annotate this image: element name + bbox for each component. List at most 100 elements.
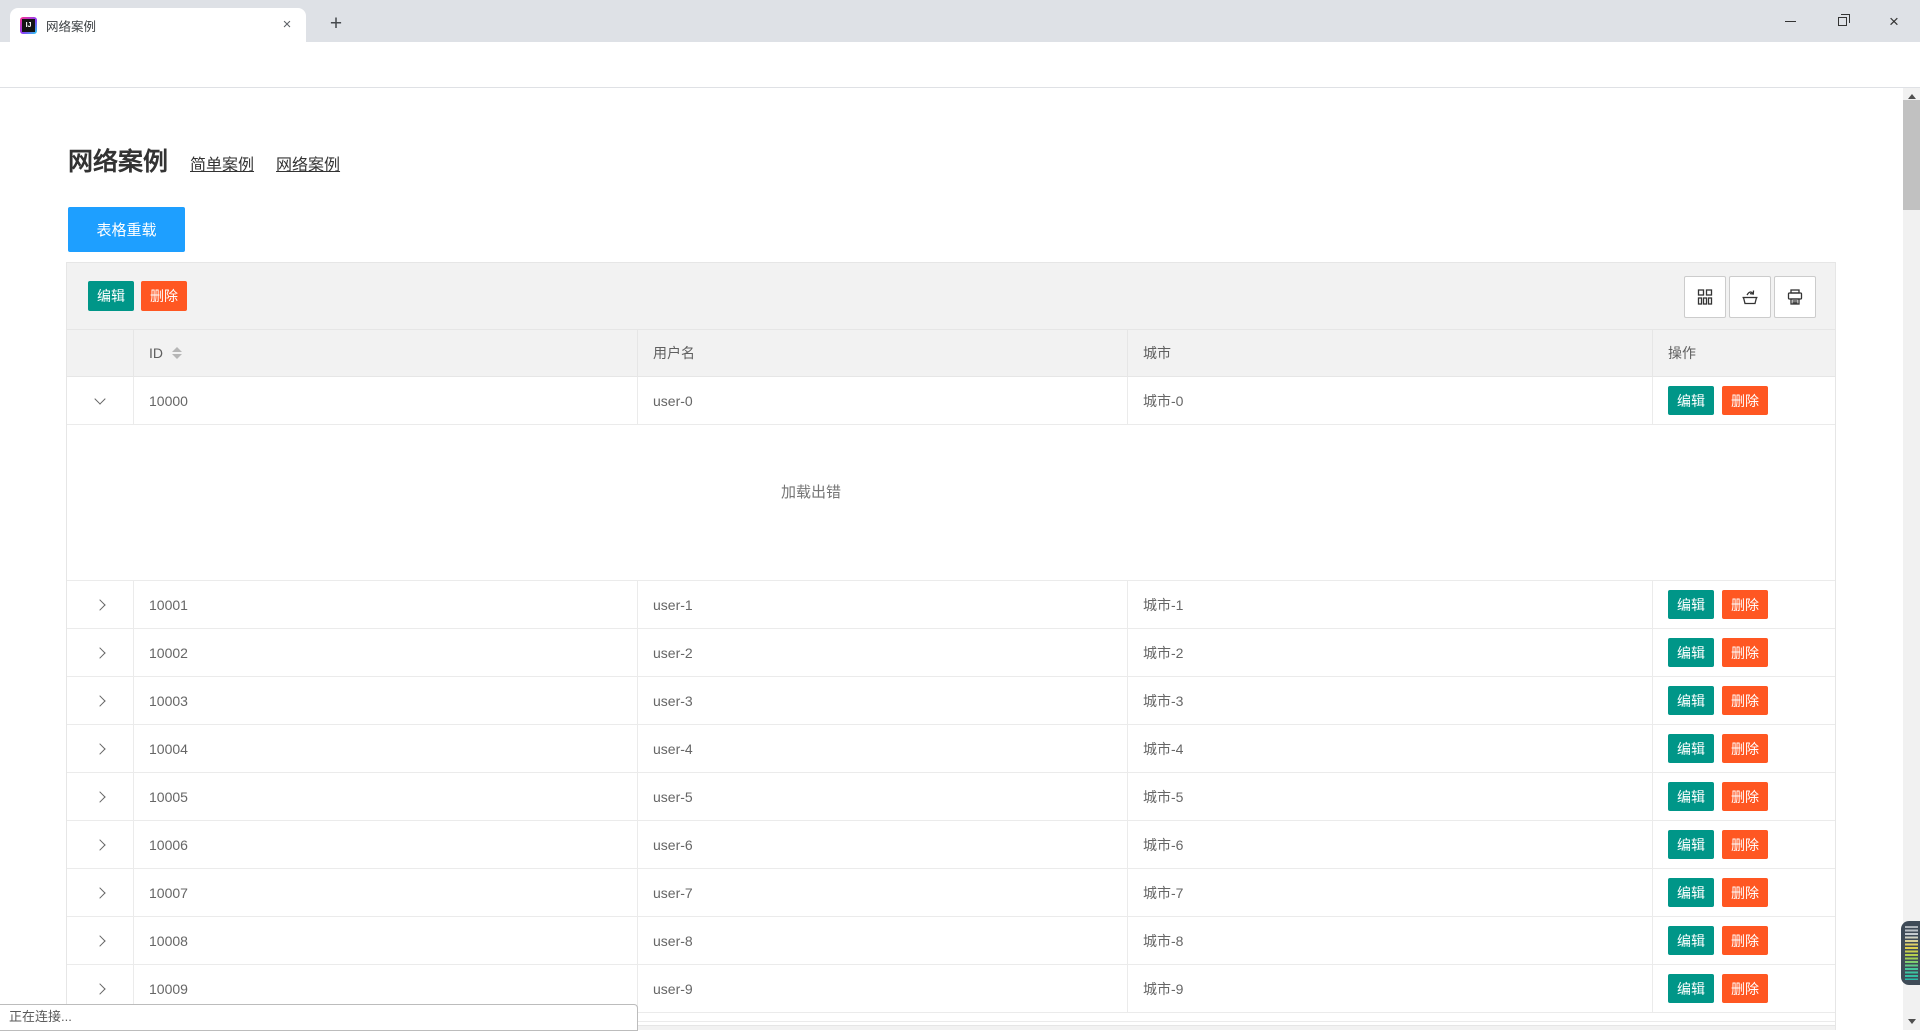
- print-icon: [1786, 288, 1804, 306]
- row-delete-button[interactable]: 删除: [1722, 686, 1768, 715]
- cell-city: 城市-5: [1128, 773, 1653, 820]
- row-delete-button[interactable]: 删除: [1722, 734, 1768, 763]
- cell-id: 10002: [134, 629, 638, 676]
- table-row: 10008user-8城市-8编辑删除: [67, 917, 1835, 965]
- toolbar-delete-button[interactable]: 删除: [141, 281, 187, 311]
- cell-city: 城市-0: [1128, 377, 1653, 424]
- table-row: 10003user-3城市-3编辑删除: [67, 677, 1835, 725]
- browser-status-bubble: 正在连接...: [0, 1004, 638, 1031]
- row-delete-button[interactable]: 删除: [1722, 782, 1768, 811]
- row-edit-button[interactable]: 编辑: [1668, 878, 1714, 907]
- expand-row-icon[interactable]: [94, 647, 105, 658]
- link-simple-demo[interactable]: 简单案例: [190, 151, 254, 175]
- expand-row-icon[interactable]: [94, 839, 105, 850]
- arrow-up-icon: [1908, 94, 1916, 99]
- expand-cell: [67, 677, 134, 724]
- expanded-row-panel: 加载出错: [67, 425, 1835, 581]
- cell-username: user-9: [638, 965, 1128, 1012]
- row-delete-button[interactable]: 删除: [1722, 386, 1768, 415]
- window-minimize-button[interactable]: [1764, 0, 1816, 42]
- expand-row-icon[interactable]: [94, 695, 105, 706]
- minimize-icon: [1785, 21, 1796, 22]
- row-edit-button[interactable]: 编辑: [1668, 974, 1714, 1003]
- cell-city: 城市-4: [1128, 725, 1653, 772]
- header-city: 城市: [1128, 330, 1653, 376]
- cell-operations: 编辑删除: [1653, 725, 1835, 772]
- expand-cell: [67, 821, 134, 868]
- export-button[interactable]: [1729, 276, 1771, 318]
- cell-operations: 编辑删除: [1653, 377, 1835, 424]
- row-delete-button[interactable]: 删除: [1722, 638, 1768, 667]
- table-row: 10000user-0城市-0编辑删除: [67, 377, 1835, 425]
- columns-filter-button[interactable]: [1684, 276, 1726, 318]
- print-button[interactable]: [1774, 276, 1816, 318]
- cell-username: user-6: [638, 821, 1128, 868]
- cell-id: 10005: [134, 773, 638, 820]
- toolbar-edit-button[interactable]: 编辑: [88, 281, 134, 311]
- browser-titlebar: 网络案例 × + ×: [0, 0, 1920, 42]
- expand-row-icon[interactable]: [94, 983, 105, 994]
- browser-tab[interactable]: 网络案例 ×: [10, 8, 306, 42]
- row-edit-button[interactable]: 编辑: [1668, 734, 1714, 763]
- cell-city: 城市-7: [1128, 869, 1653, 916]
- row-edit-button[interactable]: 编辑: [1668, 926, 1714, 955]
- status-text: 正在连接...: [0, 1005, 637, 1029]
- row-edit-button[interactable]: 编辑: [1668, 638, 1714, 667]
- row-delete-button[interactable]: 删除: [1722, 926, 1768, 955]
- sort-control: [172, 347, 182, 359]
- table-toolbar: 编辑 删除: [67, 263, 1835, 330]
- new-tab-button[interactable]: +: [322, 11, 350, 39]
- table-reload-button[interactable]: 表格重载: [68, 207, 185, 252]
- window-close-button[interactable]: ×: [1868, 0, 1920, 42]
- row-edit-button[interactable]: 编辑: [1668, 686, 1714, 715]
- table-row: 10002user-2城市-2编辑删除: [67, 629, 1835, 677]
- row-edit-button[interactable]: 编辑: [1668, 830, 1714, 859]
- expand-row-icon[interactable]: [94, 599, 105, 610]
- expand-cell: [67, 725, 134, 772]
- cell-username: user-7: [638, 869, 1128, 916]
- load-error-text: 加载出错: [134, 425, 1488, 557]
- cell-id: 10008: [134, 917, 638, 964]
- expand-row-icon[interactable]: [94, 935, 105, 946]
- equalizer-stripes-icon: [1905, 926, 1918, 980]
- row-edit-button[interactable]: 编辑: [1668, 782, 1714, 811]
- header-username: 用户名: [638, 330, 1128, 376]
- expand-cell: [67, 869, 134, 916]
- expand-row-icon[interactable]: [94, 791, 105, 802]
- link-network-demo[interactable]: 网络案例: [276, 151, 340, 175]
- tab-close-icon[interactable]: ×: [278, 16, 296, 34]
- edge-extension-widget[interactable]: [1901, 921, 1920, 985]
- export-icon: [1741, 288, 1759, 306]
- scroll-down-button[interactable]: [1903, 1013, 1920, 1030]
- restore-icon: [1838, 17, 1847, 26]
- sort-desc-icon[interactable]: [172, 354, 182, 359]
- close-icon: ×: [1889, 13, 1899, 30]
- expand-row-icon[interactable]: [94, 887, 105, 898]
- expand-cell: [67, 917, 134, 964]
- page-scrollbar[interactable]: [1903, 88, 1920, 1030]
- row-edit-button[interactable]: 编辑: [1668, 590, 1714, 619]
- table-body: 10000user-0城市-0编辑删除加载出错10001user-1城市-1编辑…: [67, 377, 1835, 1013]
- row-edit-button[interactable]: 编辑: [1668, 386, 1714, 415]
- scrollbar-thumb[interactable]: [1903, 100, 1920, 210]
- row-delete-button[interactable]: 删除: [1722, 878, 1768, 907]
- expand-row-icon[interactable]: [94, 743, 105, 754]
- cell-id: 10000: [134, 377, 638, 424]
- expand-cell: [67, 377, 134, 424]
- header-id: ID: [134, 330, 638, 376]
- cell-operations: 编辑删除: [1653, 773, 1835, 820]
- window-restore-button[interactable]: [1816, 0, 1868, 42]
- cell-username: user-3: [638, 677, 1128, 724]
- cell-username: user-2: [638, 629, 1128, 676]
- cell-id: 10004: [134, 725, 638, 772]
- cell-operations: 编辑删除: [1653, 821, 1835, 868]
- row-delete-button[interactable]: 删除: [1722, 590, 1768, 619]
- tab-title: 网络案例: [46, 16, 278, 35]
- sort-asc-icon[interactable]: [172, 347, 182, 352]
- cell-city: 城市-1: [1128, 581, 1653, 628]
- expand-cell: [67, 773, 134, 820]
- collapse-row-icon[interactable]: [94, 393, 105, 404]
- row-delete-button[interactable]: 删除: [1722, 830, 1768, 859]
- row-delete-button[interactable]: 删除: [1722, 974, 1768, 1003]
- table-row: 10006user-6城市-6编辑删除: [67, 821, 1835, 869]
